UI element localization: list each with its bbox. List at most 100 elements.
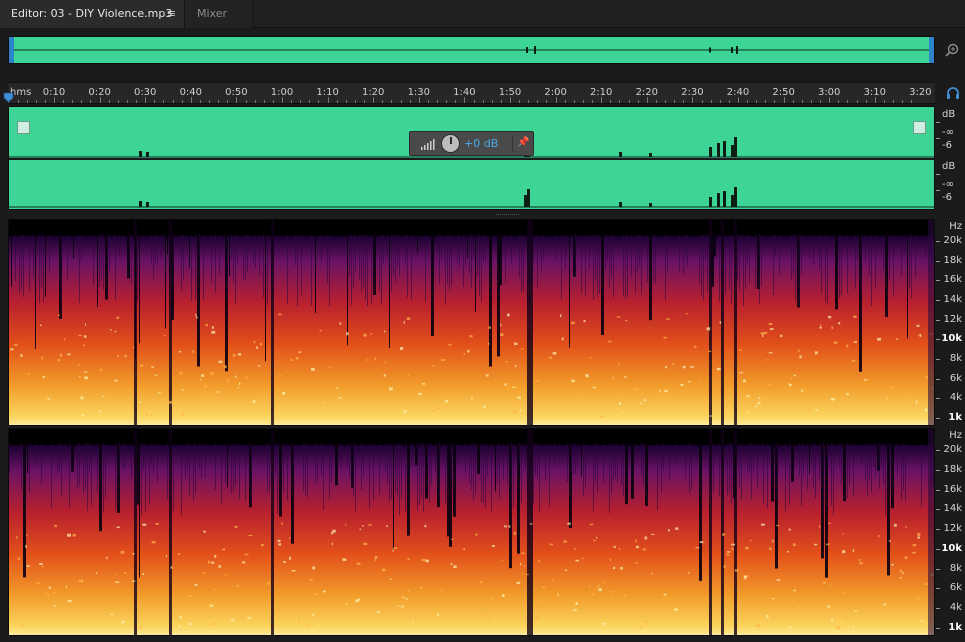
fade-out-handle[interactable] — [913, 121, 926, 134]
ruler-tick — [209, 100, 211, 103]
tab-editor[interactable]: Editor: 03 - DIY Violence.mp3 ≡ — [0, 0, 185, 28]
spectrogram-streak — [81, 234, 82, 262]
waveform-dip — [649, 153, 652, 157]
volume-value[interactable]: +0 dB — [464, 137, 498, 150]
spectrogram-speckle — [312, 613, 314, 617]
spectrogram-streak — [167, 443, 168, 500]
spectrogram-speckle — [575, 602, 578, 605]
time-ruler[interactable]: hms 0:10 0:20 0:30 0:40 0:50 1:00 1:10 1:20 1:30… — [8, 82, 935, 104]
spectrogram-streak — [211, 234, 212, 283]
spectrogram-ch1[interactable] — [8, 219, 935, 426]
spectrogram-speckle — [440, 590, 443, 592]
spectrogram-speckle — [142, 523, 147, 526]
spectrogram-streak — [741, 443, 742, 501]
spectrogram-streak — [473, 443, 474, 501]
spectrogram-speckle — [593, 539, 596, 542]
spectrogram-streak — [263, 234, 264, 298]
panel-resize-grip[interactable] — [496, 213, 520, 216]
hz-tick — [936, 608, 940, 610]
spectrogram-speckle — [769, 547, 772, 551]
spectrogram-speckle — [769, 328, 774, 330]
spectrogram-streak — [97, 443, 98, 493]
spectrogram-speckle — [20, 354, 23, 357]
spectrogram-streak — [541, 234, 542, 274]
spectrogram-streak — [237, 443, 238, 463]
ruler-tick — [154, 100, 156, 103]
fade-in-handle[interactable] — [17, 121, 30, 134]
spectrogram-speckle — [179, 371, 183, 375]
spectrogram-speckle — [155, 522, 159, 525]
spectrogram-speckle — [582, 557, 584, 559]
spectrogram-streak — [405, 443, 406, 512]
spectrogram-speckle — [635, 539, 637, 543]
spectrogram-speckle — [43, 399, 47, 402]
spectrogram-speckle — [758, 397, 761, 400]
spectrogram-speckle — [78, 376, 81, 378]
playhead-icon[interactable] — [3, 92, 14, 103]
spectrogram-speckle — [772, 597, 775, 600]
spectrogram-speckle — [760, 332, 765, 335]
spectrogram-streak — [475, 443, 476, 495]
spectrogram-streak — [699, 234, 700, 284]
tab-menu-icon[interactable]: ≡ — [167, 0, 176, 28]
spectrogram-speckle — [572, 609, 577, 612]
spectrogram-streak — [613, 443, 614, 482]
overview-navigator[interactable] — [8, 36, 935, 64]
spectrogram-speckle — [902, 571, 904, 574]
headphones-icon[interactable] — [946, 86, 960, 100]
spectrogram-streak — [561, 234, 562, 300]
spectrogram-speckle — [201, 374, 205, 377]
overview-waveform — [9, 46, 934, 54]
ruler-tick — [391, 100, 393, 103]
spectrogram-streak — [637, 234, 638, 274]
spectrogram-speckle — [104, 607, 107, 610]
ruler-tick — [35, 100, 37, 103]
ruler-tick — [81, 100, 83, 103]
spectrogram-speckle — [210, 371, 214, 375]
spectrogram-streak — [23, 234, 24, 297]
spectrogram-streak — [901, 234, 902, 276]
spectrogram-speckle — [519, 563, 522, 566]
spectrogram-speckle — [575, 391, 579, 393]
spectrogram-speckle — [9, 388, 12, 391]
volume-knob[interactable] — [441, 134, 460, 153]
spectrogram-speckle — [441, 359, 446, 361]
hz-tick — [936, 509, 940, 511]
spectrogram-speckle — [448, 343, 452, 346]
spectrogram-streak — [567, 443, 568, 482]
spectrogram-speckle — [376, 611, 380, 614]
hz-label: 6k — [949, 372, 962, 384]
spectrogram-speckle — [513, 342, 518, 346]
spectrogram-speckle — [342, 558, 347, 561]
spectrogram-streak — [215, 443, 216, 491]
hz-scale-ch2: Hz 20k 18k 16k 14k 12k 10k 8k 6k 4k 1k — [936, 428, 965, 636]
hz-label: 4k — [949, 392, 962, 404]
spectrogram-speckle — [295, 356, 299, 360]
spectrogram-speckle — [780, 334, 783, 338]
spectrogram-speckle — [196, 316, 198, 319]
spectrogram-streak — [421, 443, 422, 499]
overview-right-handle[interactable] — [929, 37, 934, 63]
waveform-display[interactable] — [8, 106, 935, 210]
tab-bar: Editor: 03 - DIY Violence.mp3 ≡ Mixer — [0, 0, 965, 28]
spectrogram-streak — [67, 234, 68, 280]
spectrogram-streak — [841, 234, 842, 296]
spectrogram-ch2[interactable] — [8, 428, 935, 636]
pin-icon[interactable]: 📌 — [517, 137, 529, 148]
hz-tick — [936, 469, 940, 471]
spectrogram-speckle — [98, 410, 102, 413]
spectrogram-speckle — [84, 376, 88, 380]
tab-mixer[interactable]: Mixer — [185, 0, 253, 28]
hz-tick — [936, 241, 940, 242]
spectrogram-speckle — [768, 352, 773, 354]
spectrogram-streak — [235, 443, 236, 485]
spectrogram-streak — [875, 234, 876, 289]
spectrogram-speckle — [432, 364, 435, 367]
zoom-icon[interactable] — [944, 42, 960, 58]
spectrogram-speckle — [801, 389, 804, 392]
spectrogram-streak — [491, 443, 492, 512]
spectrogram-speckle — [117, 354, 119, 357]
spectrogram-speckle — [682, 365, 686, 369]
overview-left-handle[interactable] — [9, 37, 14, 63]
spectrogram-streak — [499, 234, 502, 286]
